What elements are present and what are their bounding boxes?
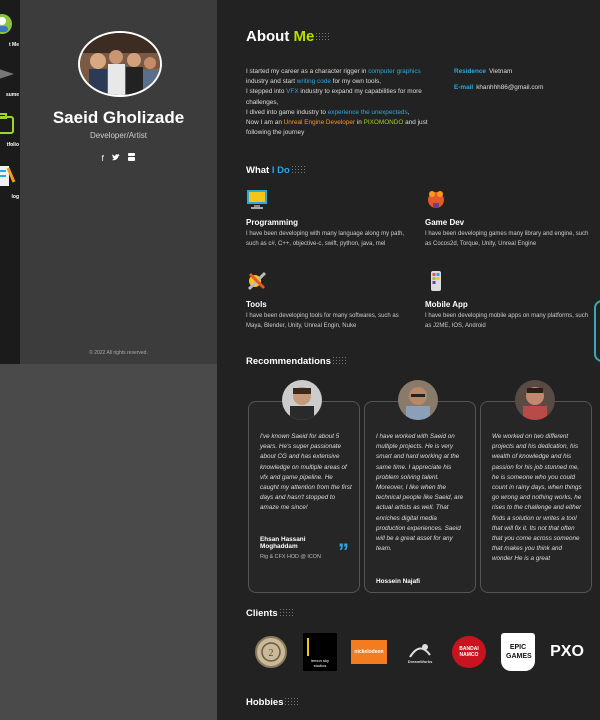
about-me-icon <box>0 14 12 34</box>
blog-icon <box>0 166 16 186</box>
svg-text:2: 2 <box>269 648 274 659</box>
link-pixomondo[interactable]: PIXOMONDO <box>364 119 404 126</box>
link-writing-code[interactable]: writing code <box>297 78 331 85</box>
nav-item-about-me[interactable]: t Me <box>0 8 20 48</box>
main-content: About Me I started my career as a charac… <box>217 0 600 720</box>
profile-name: Saeid Gholizade <box>52 108 185 127</box>
residence-row: Residence Vietnam <box>454 68 512 75</box>
tools-icon <box>247 271 267 291</box>
about-text: I started my career as a character rigge… <box>246 68 428 137</box>
recommender-avatar-1 <box>282 380 322 420</box>
profile-panel: Saeid Gholizade Developer/Artist f © 202… <box>20 0 217 364</box>
mobile-app-icon <box>431 271 441 291</box>
nav-item-resume[interactable]: sume <box>0 58 20 98</box>
recommendation-quote: We worked on two different projects and … <box>492 433 582 563</box>
recommender-avatar-3 <box>515 380 555 420</box>
about-title-green: Me <box>293 28 315 45</box>
recommendation-quote: I have worked with Saeid on multiple pro… <box>376 433 464 553</box>
residence-value: Vietnam <box>488 68 513 75</box>
nav-item-label: log <box>11 194 20 200</box>
game-dev-icon <box>428 191 444 208</box>
recommender-name: Ehsan Hassani Moghaddam <box>260 536 306 550</box>
profile-role: Developer/Artist <box>90 131 147 140</box>
service-tools: Tools I have been developing tools for m… <box>246 270 411 331</box>
hobbies-title: Hobbies <box>246 697 299 708</box>
link-unreal-developer[interactable]: Unreal Engine Developer <box>284 119 355 126</box>
recommendations-title: Recommendations <box>246 356 346 367</box>
link-vfx[interactable]: VFX <box>286 88 298 95</box>
nav-item-blog[interactable]: log <box>0 160 20 200</box>
recommendation-card-2: I have worked with Saeid on multiple pro… <box>364 401 476 593</box>
clients-title: Clients <box>246 608 293 619</box>
recommendation-card-1: I've known Saeid for about 5 years. He's… <box>248 401 360 593</box>
copyright-text: © 2022 All rights reserved. <box>89 350 148 356</box>
circle-seal-logo[interactable]: 2 <box>254 633 288 671</box>
clients-logos: 2 lemon sky studios nickelodeon DreamWor… <box>217 633 600 673</box>
youtube-icon[interactable] <box>128 153 136 163</box>
nav-item-label: tfolio <box>6 142 19 148</box>
facebook-icon[interactable]: f <box>102 154 104 163</box>
nav-item-label: sume <box>5 92 19 98</box>
email-row: E-mail khanhhh86@gmail.com <box>454 84 543 91</box>
lemon-sky-logo[interactable]: lemon sky studios <box>303 633 337 671</box>
recommendation-quote: I've known Saeid for about 5 years. He's… <box>260 433 352 512</box>
about-title: About Me <box>246 28 330 45</box>
link-computer-graphics[interactable]: computer graphics <box>368 68 421 75</box>
residence-label: Residence <box>454 68 486 75</box>
about-title-white: About <box>246 28 290 45</box>
nav-item-portfolio[interactable]: tfolio <box>0 108 20 148</box>
side-panel-toggle[interactable] <box>594 300 600 362</box>
pixomondo-logo[interactable]: PXO <box>547 633 587 671</box>
recommender-role: Rig & CFX HOD @ ICON <box>260 554 321 560</box>
what-i-do-title: What I Do <box>246 165 305 176</box>
dreamworks-logo[interactable]: DreamWorks <box>401 633 439 671</box>
social-links: f <box>20 153 217 163</box>
bandai-namco-logo[interactable]: BANDAI NAMCO <box>451 633 487 671</box>
service-game-dev: Game Dev I have been developing games ma… <box>425 188 595 249</box>
service-mobile-app: Mobile App I have been developing mobile… <box>425 270 595 331</box>
recommender-name: Hossein Najafi <box>376 578 421 585</box>
left-background <box>0 364 217 720</box>
programming-icon <box>247 190 267 209</box>
resume-icon <box>0 69 14 79</box>
link-experience[interactable]: experience the unexpecteds <box>328 109 408 116</box>
epic-games-logo[interactable]: EPIC GAMES <box>501 633 535 671</box>
service-programming: Programming I have been developing with … <box>246 188 411 249</box>
twitter-icon[interactable] <box>112 154 121 163</box>
recommender-avatar-2 <box>398 380 438 420</box>
recommendation-card-3: We worked on two different projects and … <box>480 401 592 593</box>
avatar <box>78 31 162 97</box>
side-nav: t Me sume tfolio log <box>0 0 21 364</box>
quote-icon: ” <box>338 539 349 564</box>
nickelodeon-logo[interactable]: nickelodeon <box>351 640 387 664</box>
email-value[interactable]: khanhhh86@gmail.com <box>476 84 543 91</box>
email-label: E-mail <box>454 84 474 91</box>
nav-item-label: t Me <box>9 42 19 48</box>
portfolio-icon <box>0 113 14 134</box>
